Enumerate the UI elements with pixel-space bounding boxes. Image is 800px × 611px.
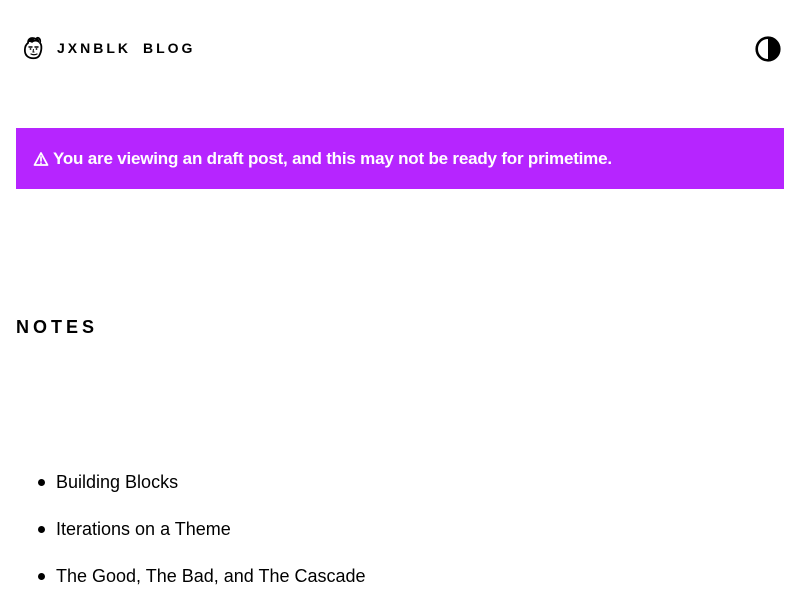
note-link-iterations-on-a-theme[interactable]: Iterations on a Theme <box>56 519 231 539</box>
bullet-icon <box>38 573 45 580</box>
nav-blog-link[interactable]: BLOG <box>143 39 195 57</box>
site-logo-link[interactable] <box>22 36 44 60</box>
bullet-icon <box>38 526 45 533</box>
note-list-item: Iterations on a Theme <box>16 517 776 564</box>
note-link-the-good-the-bad-and-the-cascade[interactable]: The Good, The Bad, and The Cascade <box>56 566 366 586</box>
draft-warning-message: You are viewing an draft post, and this … <box>53 149 612 168</box>
draft-warning-banner: You are viewing an draft post, and this … <box>16 128 784 189</box>
page-title: NOTES <box>16 317 99 337</box>
note-list-item: The Good, The Bad, and The Cascade <box>16 564 776 611</box>
theme-toggle-button[interactable] <box>755 36 781 62</box>
note-list-item: Building Blocks <box>16 470 776 517</box>
cartoon-face-icon <box>22 36 44 60</box>
contrast-icon <box>755 36 781 62</box>
site-name-link[interactable]: JXNBLK <box>57 39 131 57</box>
notes-list: Building Blocks Iterations on a Theme Th… <box>16 470 776 611</box>
site-header: JXNBLK BLOG <box>0 0 800 96</box>
warning-triangle-icon <box>33 151 49 167</box>
note-link-building-blocks[interactable]: Building Blocks <box>56 472 178 492</box>
bullet-icon <box>38 479 45 486</box>
